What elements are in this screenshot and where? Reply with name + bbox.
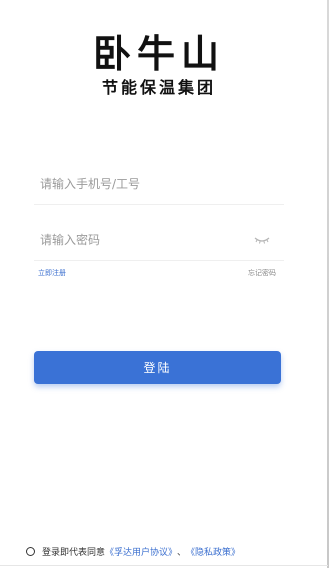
auth-links-row: 立即注册 忘记密码 (38, 268, 276, 280)
agreement-prefix: 登录即代表同意 (42, 547, 106, 558)
phone-input[interactable] (34, 164, 250, 204)
privacy-policy-link[interactable]: 《隐私政策》 (186, 545, 240, 558)
phone-field-row (34, 164, 284, 205)
eye-closed-icon[interactable] (254, 233, 270, 245)
window-edge-divider (327, 0, 329, 568)
agreement-radio[interactable] (26, 546, 35, 556)
brand-logo-subtitle: 节能保温集团 (101, 78, 216, 97)
forgot-password-link[interactable]: 忘记密码 (248, 268, 276, 278)
password-field-row (34, 220, 284, 261)
brand-logo-title: 卧牛山 (92, 32, 225, 76)
password-input[interactable] (34, 220, 250, 260)
agreement-separator: 、 (177, 547, 187, 558)
bottom-divider (0, 565, 328, 566)
register-link[interactable]: 立即注册 (38, 268, 66, 278)
login-button[interactable]: 登陆 (34, 351, 281, 384)
user-agreement-link[interactable]: 《孚达用户协议》 (105, 545, 177, 558)
agreement-row: 登录即代表同意 《孚达用户协议》 、 《隐私政策》 (26, 544, 240, 558)
